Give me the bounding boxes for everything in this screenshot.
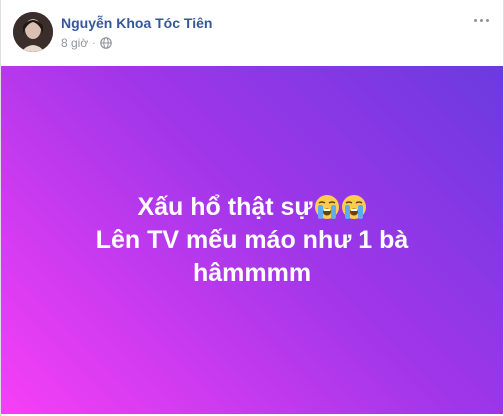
loudly-crying-face-icon [341,194,367,220]
more-dot [473,18,477,22]
facebook-post: Nguyễn Khoa Tóc Tiên 8 giờ · Xấu hổ thật… [0,0,504,416]
status-line-2: Lên TV mếu máo như 1 bà [95,225,409,254]
more-dot [479,18,483,22]
more-options-icon[interactable] [471,12,491,28]
status-background-card: Xấu hổ thật sự Lên TV mếu máo như 1 bà h… [1,66,503,414]
more-dot [485,18,489,22]
meta-separator: · [92,37,96,49]
post-meta: 8 giờ · [61,36,112,50]
status-line-1-text: Xấu hổ thật sự [137,192,313,221]
author-avatar[interactable] [13,12,53,52]
post-timestamp[interactable]: 8 giờ [61,36,88,50]
avatar-image [13,12,53,52]
post-header: Nguyễn Khoa Tóc Tiên 8 giờ · [1,0,503,66]
status-text: Xấu hổ thật sự Lên TV mếu máo như 1 bà h… [72,191,432,290]
globe-icon[interactable] [99,37,112,49]
loudly-crying-face-icon [314,194,340,220]
status-line-3: hâmmmm [192,258,312,287]
status-line-1: Xấu hổ thật sự [72,191,432,224]
author-name-link[interactable]: Nguyễn Khoa Tóc Tiên [61,15,212,31]
